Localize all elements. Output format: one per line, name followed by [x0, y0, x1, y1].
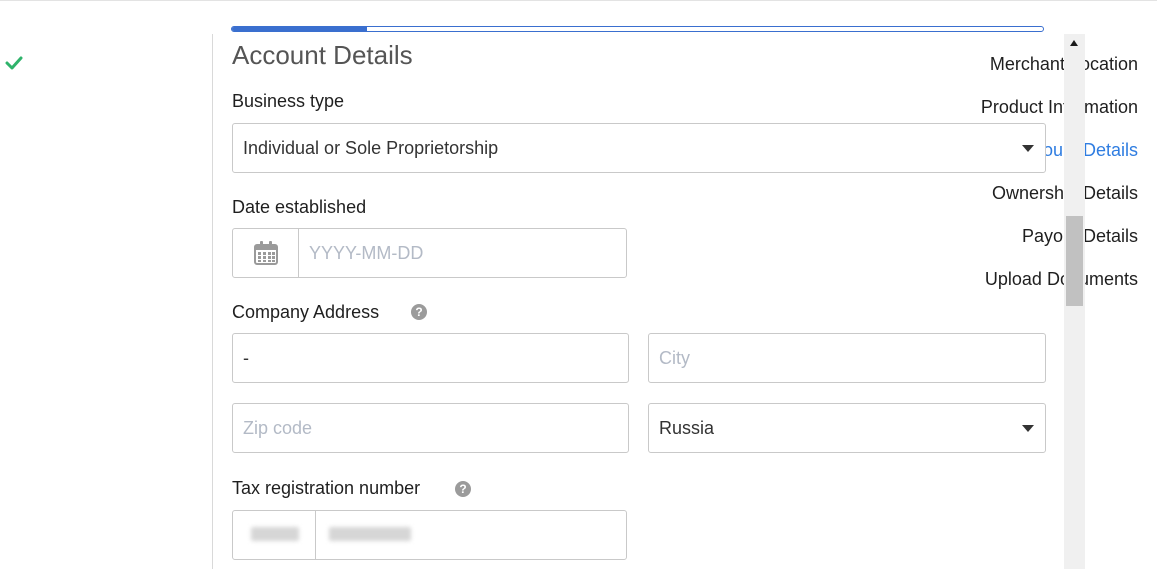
date-picker-button[interactable] — [233, 229, 299, 277]
caret-down-icon — [1022, 145, 1034, 152]
progress-bar-fill — [232, 27, 367, 31]
page-title: Account Details — [232, 40, 413, 70]
business-type-select[interactable]: Individual or Sole Proprietorship — [232, 123, 1046, 173]
calendar-icon — [254, 241, 278, 265]
tax-registration-label: Tax registration number — [232, 478, 421, 498]
tax-registration-field[interactable] — [232, 510, 627, 560]
help-icon[interactable]: ? — [411, 304, 427, 320]
city-placeholder: City — [659, 348, 690, 368]
street-address-value: - — [243, 348, 249, 368]
scrollbar-thumb[interactable] — [1066, 216, 1083, 306]
redacted-prefix — [251, 527, 299, 541]
date-established-label: Date established — [232, 197, 367, 217]
help-icon[interactable]: ? — [455, 481, 471, 497]
business-type-value: Individual or Sole Proprietorship — [243, 138, 499, 158]
date-established-placeholder: YYYY-MM-DD — [309, 243, 424, 263]
country-value: Russia — [659, 418, 715, 438]
caret-down-icon — [1022, 425, 1034, 432]
company-address-label: Company Address — [232, 302, 380, 322]
date-established-field[interactable]: YYYY-MM-DD — [232, 228, 627, 278]
redacted-tax-number — [329, 527, 411, 541]
top-divider — [0, 0, 1157, 1]
country-select[interactable]: Russia — [648, 403, 1046, 453]
nav-divider — [212, 34, 213, 569]
progress-bar — [231, 26, 1044, 32]
tax-prefix-select[interactable] — [233, 511, 316, 559]
business-type-label: Business type — [232, 91, 345, 111]
zip-code-field[interactable]: Zip code — [232, 403, 629, 453]
city-field[interactable]: City — [648, 333, 1046, 383]
step-product-information[interactable]: Product Information — [981, 97, 1138, 117]
step-upload-documents[interactable]: Upload Documents — [985, 269, 1138, 289]
check-icon — [5, 56, 23, 70]
street-address-field[interactable]: - — [232, 333, 629, 383]
scrollbar[interactable] — [1064, 34, 1085, 569]
zip-code-placeholder: Zip code — [243, 418, 313, 438]
scroll-up-arrow-icon[interactable] — [1070, 40, 1078, 46]
